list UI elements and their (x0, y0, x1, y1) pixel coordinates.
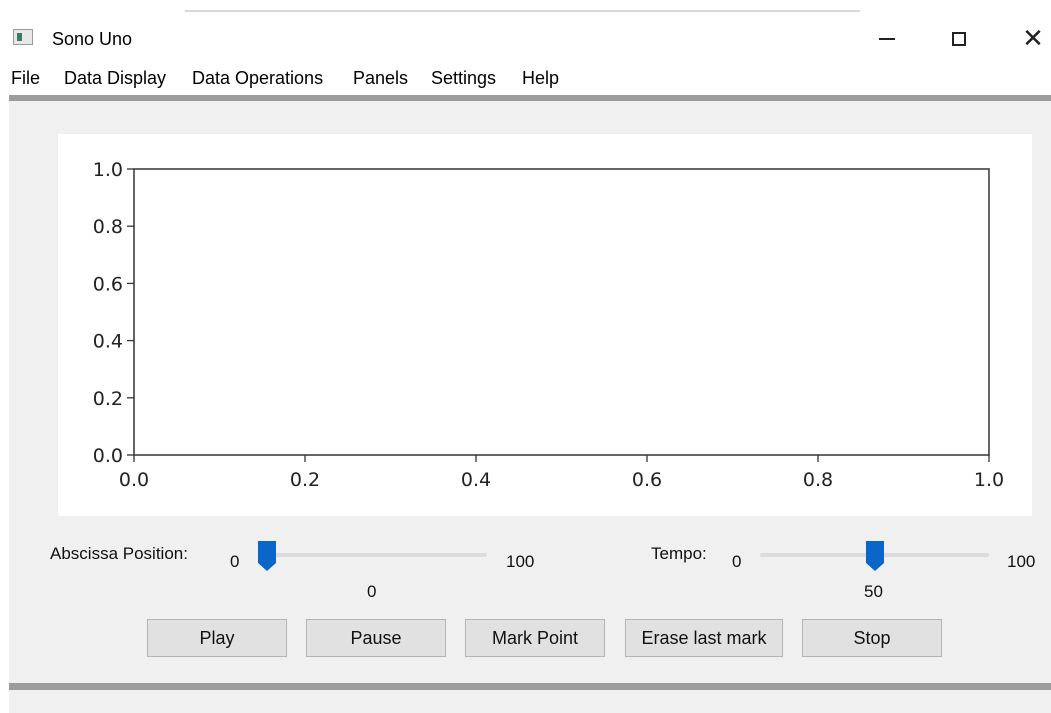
minimize-icon (879, 38, 895, 40)
x-tick-label: 0.2 (290, 469, 320, 491)
stop-button[interactable]: Stop (802, 619, 942, 657)
x-tick-label: 0.4 (461, 469, 491, 491)
close-button[interactable]: ✕ (1010, 20, 1051, 58)
menu-data-display[interactable]: Data Display (63, 68, 167, 89)
abscissa-max-label: 100 (506, 552, 535, 571)
x-tick-label: 0.0 (119, 469, 149, 491)
close-icon: ✕ (1022, 24, 1044, 54)
x-tick-label: 0.8 (803, 469, 833, 491)
tempo-slider-thumb[interactable] (865, 541, 884, 571)
abscissa-label: Abscissa Position: (50, 544, 188, 563)
status-area (9, 690, 1051, 713)
play-button[interactable]: Play (147, 619, 287, 657)
y-tick-label: 0.8 (93, 216, 123, 238)
abscissa-value-label: 0 (367, 582, 377, 601)
title-bar[interactable]: Sono Uno ✕ (0, 18, 1051, 60)
y-tick-label: 1.0 (93, 159, 123, 181)
tempo-label: Tempo: (651, 544, 707, 563)
menu-file[interactable]: File (10, 68, 41, 89)
plot-frame (133, 168, 990, 456)
abscissa-slider-track[interactable] (258, 553, 487, 557)
y-tick-label: 0.6 (93, 273, 123, 295)
bottom-separator (9, 683, 1051, 690)
tempo-min-label: 0 (732, 552, 742, 571)
maximize-button[interactable] (936, 20, 982, 58)
app-icon (13, 29, 33, 45)
plot-panel: 0.0 0.2 0.4 0.6 0.8 1.0 0.0 0.2 0.4 0.6 0.8 1.0 (58, 134, 1032, 516)
abscissa-slider-thumb[interactable] (258, 541, 276, 571)
abscissa-min-label: 0 (230, 552, 240, 571)
y-axis: 0.0 0.2 0.4 0.6 0.8 1.0 (93, 159, 134, 467)
x-tick-label: 1.0 (974, 469, 1004, 491)
minimize-button[interactable] (864, 20, 910, 58)
window-top-edge (185, 10, 860, 12)
mark-point-button[interactable]: Mark Point (465, 619, 605, 657)
y-tick-label: 0.2 (93, 388, 123, 410)
pause-button[interactable]: Pause (306, 619, 446, 657)
menu-help[interactable]: Help (521, 68, 560, 89)
maximize-icon (952, 32, 966, 46)
menu-panels[interactable]: Panels (352, 68, 409, 89)
tempo-value-label: 50 (864, 582, 883, 601)
tempo-max-label: 100 (1007, 552, 1036, 571)
x-tick-label: 0.6 (632, 469, 662, 491)
x-axis: 0.0 0.2 0.4 0.6 0.8 1.0 (119, 455, 1004, 491)
menu-data-operations[interactable]: Data Operations (191, 68, 324, 89)
erase-last-mark-button[interactable]: Erase last mark (625, 619, 783, 657)
y-tick-label: 0.4 (93, 331, 123, 353)
plot-canvas: 0.0 0.2 0.4 0.6 0.8 1.0 0.0 0.2 0.4 0.6 0.8 1.0 (93, 159, 1004, 491)
window-title: Sono Uno (52, 29, 133, 49)
menu-bar: File Data Display Data Operations Panels… (0, 64, 1051, 94)
y-tick-label: 0.0 (93, 445, 123, 467)
menu-settings[interactable]: Settings (430, 68, 497, 89)
